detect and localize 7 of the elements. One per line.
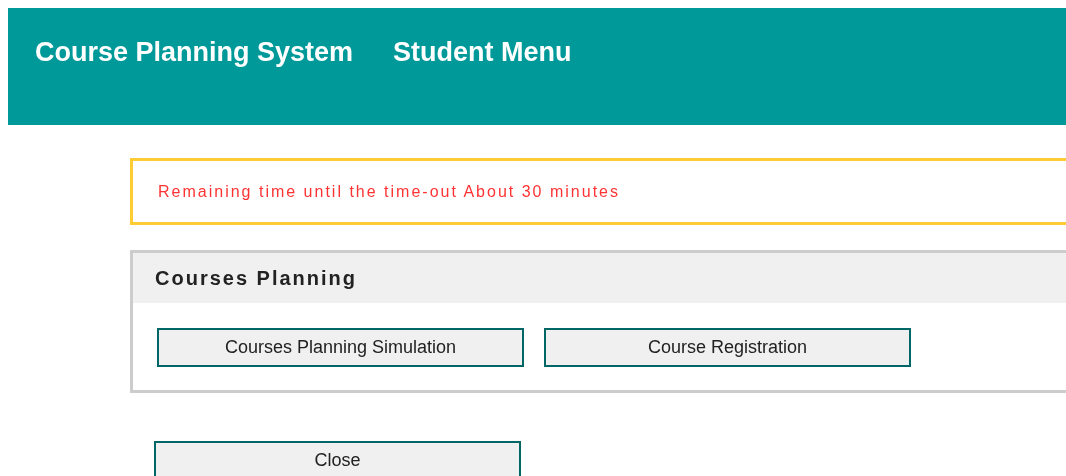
close-button[interactable]: Close (154, 441, 521, 476)
menu-button[interactable]: Courses Planning Simulation (157, 328, 524, 367)
page-title: Student Menu (393, 36, 572, 69)
menu-button[interactable]: Course Registration (544, 328, 911, 367)
app-title: Course Planning System (35, 36, 354, 69)
panel-title: Courses Planning (155, 266, 358, 290)
timeout-message: Remaining time until the time-out About 30 minutes (158, 182, 620, 201)
